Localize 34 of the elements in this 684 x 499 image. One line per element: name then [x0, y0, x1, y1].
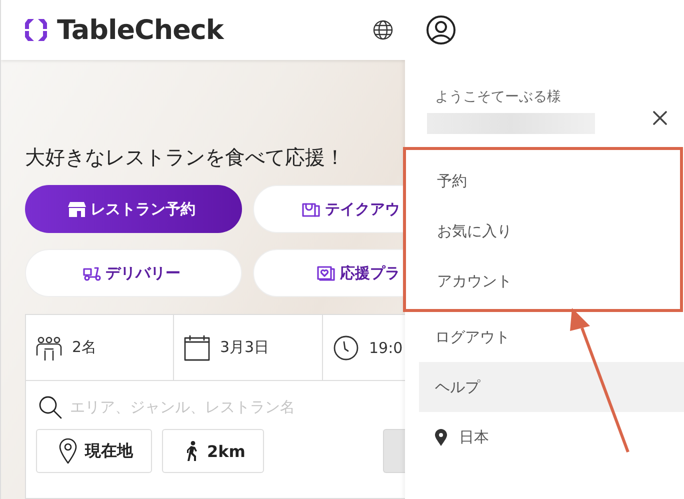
- scooter-icon: [82, 265, 100, 281]
- region-link[interactable]: 日本: [459, 428, 489, 446]
- service-button[interactable]: レストラン予約: [25, 185, 242, 233]
- menu-item[interactable]: ヘルプ: [419, 362, 684, 412]
- hero-heading: 大好きなレストランを食べて応援！: [25, 144, 346, 171]
- people-icon: [36, 334, 62, 360]
- account-icon[interactable]: [426, 15, 456, 45]
- service-button[interactable]: 応援プラ: [253, 249, 405, 297]
- logo-icon: [23, 17, 49, 43]
- store-icon: [68, 201, 86, 217]
- menu-item[interactable]: お気に入り: [406, 206, 680, 256]
- menu-item[interactable]: ログアウト: [405, 312, 684, 362]
- field-value[interactable]: 3月3日: [220, 338, 270, 357]
- filter-chip[interactable]: 現在地: [36, 429, 152, 473]
- filter-chip[interactable]: 2km: [162, 429, 264, 473]
- walking-person-icon: [185, 441, 199, 461]
- menu-item[interactable]: 予約: [406, 156, 680, 206]
- search-icon: [38, 395, 62, 419]
- calendar-icon: [184, 334, 210, 360]
- welcome-text: ようこそてーぶる様: [434, 88, 562, 106]
- heart-card-icon: [317, 265, 335, 281]
- field-value[interactable]: 19:0: [369, 338, 403, 356]
- service-button[interactable]: テイクアウ: [253, 185, 405, 233]
- close-button[interactable]: [650, 108, 670, 128]
- bag-icon: [302, 201, 320, 217]
- field-value[interactable]: 2名: [72, 338, 97, 357]
- location-pin-icon: [59, 438, 77, 464]
- location-pin-icon: [435, 428, 447, 446]
- menu-item[interactable]: アカウント: [406, 256, 680, 306]
- globe-icon[interactable]: [373, 20, 393, 40]
- logo-wordmark[interactable]: TableCheck: [57, 14, 365, 46]
- clock-icon: [333, 334, 359, 360]
- service-button[interactable]: デリバリー: [25, 249, 242, 297]
- search-field[interactable]: エリア、ジャンル、レストラン名: [68, 397, 368, 417]
